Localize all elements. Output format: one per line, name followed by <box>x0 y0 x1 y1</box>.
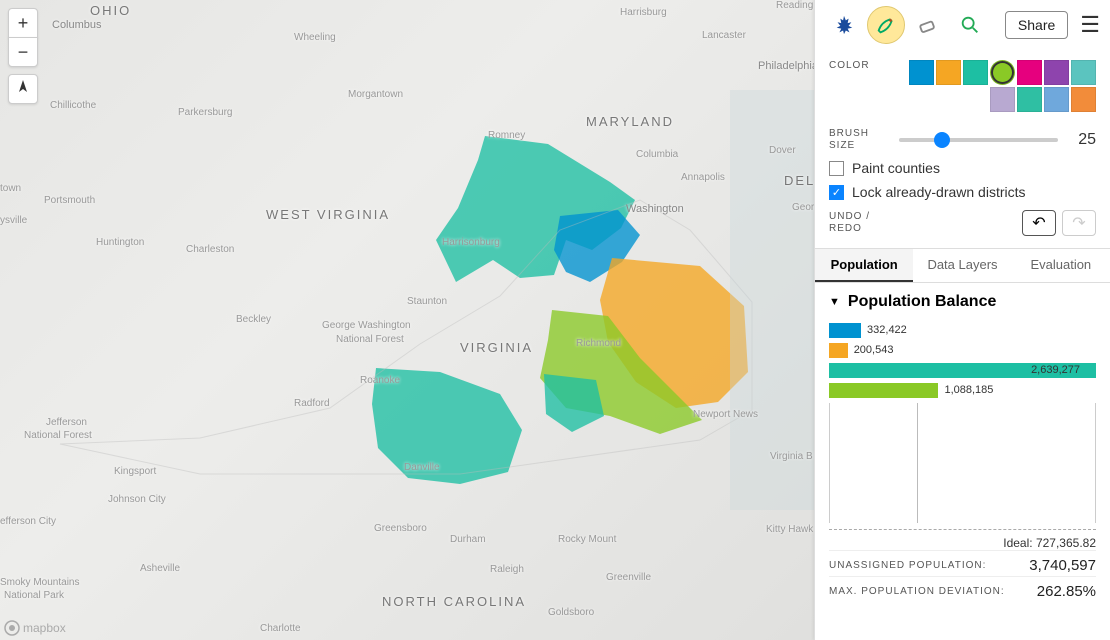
map-canvas[interactable]: OHIOColumbusWheelingHarrisburgReadingLan… <box>0 0 814 640</box>
lock-districts-checkbox[interactable]: ✓ <box>829 185 844 200</box>
population-bar-row: 1,088,185 <box>829 381 1096 399</box>
brush-size-label: BRUSH SIZE <box>829 128 889 152</box>
paint-counties-label: Paint counties <box>852 160 940 176</box>
population-bar-value: 200,543 <box>854 344 894 356</box>
color-swatch-8[interactable] <box>1017 87 1042 112</box>
lock-districts-label: Lock already-drawn districts <box>852 184 1026 200</box>
population-bar <box>829 383 938 398</box>
population-bar-value: 2,639,277 <box>1031 364 1080 376</box>
map-nav-controls: + − <box>8 8 38 103</box>
redo-button[interactable]: ↷ <box>1062 210 1096 236</box>
population-bar <box>829 323 861 338</box>
district-teal-mid <box>544 374 604 432</box>
zoom-out-button[interactable]: − <box>8 37 38 67</box>
tab-evaluation[interactable]: Evaluation <box>1012 249 1110 282</box>
color-swatch-9[interactable] <box>1044 87 1069 112</box>
undo-button[interactable]: ↶ <box>1022 210 1056 236</box>
population-bar-value: 1,088,185 <box>944 384 993 396</box>
ideal-population: Ideal: 727,365.82 <box>829 529 1096 550</box>
water-east <box>730 90 814 510</box>
unassigned-pop-label: UNASSIGNED POPULATION: <box>829 560 986 571</box>
toolbar: Share ☰ <box>815 0 1110 50</box>
population-bar-row: 332,422 <box>829 321 1096 339</box>
population-panel: ▼ Population Balance 332,422 200,543 2,639… <box>815 283 1110 640</box>
color-swatch-1[interactable] <box>936 60 961 85</box>
population-bars: 332,422 200,543 2,639,277 1,088,185 <box>829 321 1096 399</box>
unassigned-pop-value: 3,740,597 <box>1029 557 1096 574</box>
color-swatch-4[interactable] <box>1017 60 1042 85</box>
paint-tool[interactable] <box>867 6 905 44</box>
pan-tool[interactable] <box>825 6 863 44</box>
color-swatch-2[interactable] <box>963 60 988 85</box>
color-swatch-7[interactable] <box>990 87 1015 112</box>
sidebar: Share ☰ COLOR BRUSH SIZE 25 Paint counti… <box>814 0 1110 640</box>
population-bar <box>829 343 848 358</box>
population-bar-row: 2,639,277 <box>829 361 1096 379</box>
brush-size-slider[interactable] <box>899 138 1058 142</box>
population-bar-row: 200,543 <box>829 341 1096 359</box>
tab-population[interactable]: Population <box>815 249 913 282</box>
population-bar-value: 332,422 <box>867 324 907 336</box>
color-palette <box>899 60 1096 112</box>
population-balance-header[interactable]: ▼ Population Balance <box>829 293 1096 311</box>
collapse-icon: ▼ <box>829 296 840 308</box>
district-teal-south <box>372 368 522 484</box>
menu-icon[interactable]: ☰ <box>1080 12 1100 38</box>
color-label: COLOR <box>829 60 889 72</box>
tab-data-layers[interactable]: Data Layers <box>913 249 1011 282</box>
sidebar-tabs: Population Data Layers Evaluation <box>815 248 1110 283</box>
color-swatch-10[interactable] <box>1071 87 1096 112</box>
map-attribution: mapbox <box>4 620 66 636</box>
paint-counties-checkbox[interactable] <box>829 161 844 176</box>
color-swatch-3[interactable] <box>990 60 1015 85</box>
share-button[interactable]: Share <box>1005 11 1068 39</box>
erase-tool[interactable] <box>909 6 947 44</box>
undo-redo-label: UNDO / REDO <box>829 211 889 235</box>
attribution-text: mapbox <box>23 621 66 635</box>
zoom-in-button[interactable]: + <box>8 8 38 38</box>
reset-north-button[interactable] <box>8 74 38 104</box>
color-swatch-5[interactable] <box>1044 60 1069 85</box>
max-deviation-label: MAX. POPULATION DEVIATION: <box>829 586 1005 597</box>
population-balance-title: Population Balance <box>848 293 996 311</box>
color-swatch-6[interactable] <box>1071 60 1096 85</box>
brush-size-value: 25 <box>1066 131 1096 149</box>
max-deviation-value: 262.85% <box>1037 583 1096 600</box>
color-swatch-0[interactable] <box>909 60 934 85</box>
inspect-tool[interactable] <box>951 6 989 44</box>
